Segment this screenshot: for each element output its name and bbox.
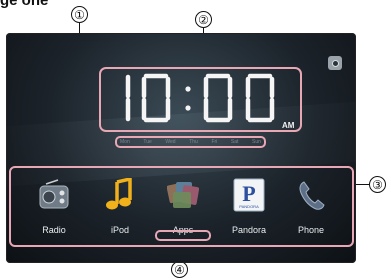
clock-display[interactable] [118,72,288,124]
dock-item-radio[interactable]: Radio [24,170,84,238]
dock-item-apps[interactable]: Apps [153,170,213,238]
music-note-icon [106,178,132,210]
dock-item-label: Radio [42,225,66,235]
day-label: Wed [165,139,176,145]
settings-button[interactable] [328,56,342,70]
callout-3: ③ [369,176,386,193]
am-pm-indicator: AM [282,121,295,130]
callout-4: ④ [171,261,188,278]
apps-icon [167,182,199,208]
dock-item-pandora[interactable]: P PANDORA Pandora [219,170,279,238]
dock-item-label: iPod [110,225,129,235]
pandora-icon: P PANDORA [233,178,265,212]
dock-item-label: Pandora [231,225,267,235]
phone-icon [299,181,325,210]
day-label: Fri [211,139,218,145]
day-label: Sun [252,139,261,145]
day-label: Sat [230,139,239,145]
dock-item-ipod[interactable]: iPod [90,170,150,238]
day-of-week-strip: Mon Tue Wed Thu Fri Sat Sun [115,136,266,148]
apps-label-highlight-frame [155,230,211,241]
svg-text:PANDORA: PANDORA [239,204,259,209]
gear-icon [331,59,339,67]
dock-item-phone[interactable]: Phone [281,170,341,238]
day-label: Mon [120,139,130,145]
day-label: Thu [189,139,198,145]
leader-line-3 [354,184,369,186]
radio-icon [39,179,69,209]
svg-text:P: P [242,181,255,206]
day-label: Tue [143,139,152,145]
callout-2: ② [195,11,212,28]
dock-item-label: Phone [297,225,325,235]
callout-1: ① [71,6,88,23]
page-heading: ge one [0,0,49,9]
